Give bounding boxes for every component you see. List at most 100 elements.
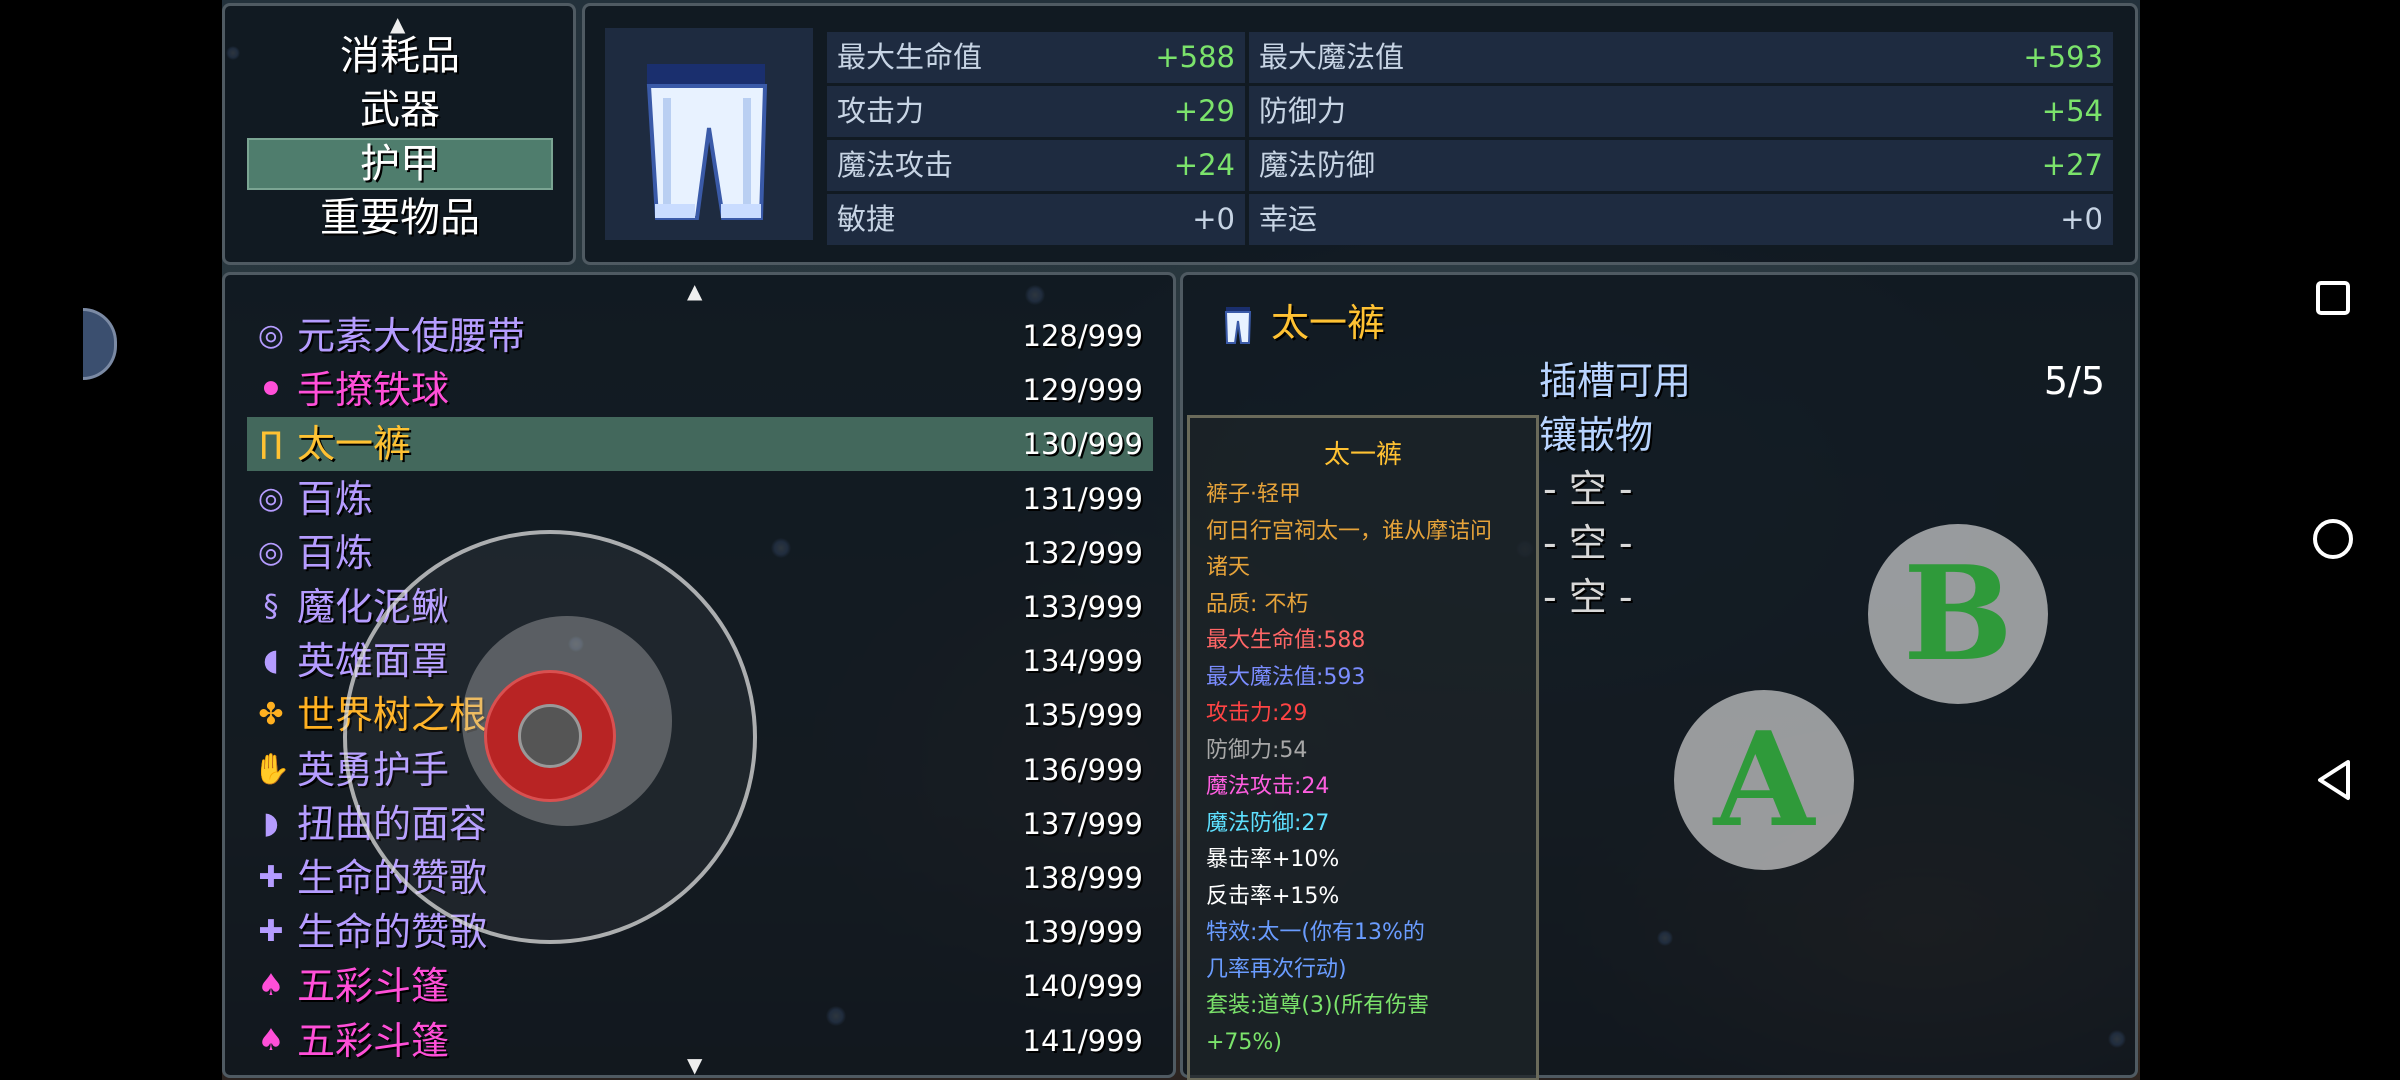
item-name: 五彩斗篷 [297,964,450,1009]
card-line: 魔法攻击:24 [1206,774,1330,799]
list-item[interactable]: ⚫ 手撩铁球 129/999 [247,363,1153,417]
item-count: 130/999 [1022,427,1143,462]
cloak-icon: ♠ [257,1022,285,1058]
item-count: 139/999 [1022,915,1143,950]
card-line: 套装:道尊(3)(所有伤害 [1206,993,1430,1018]
sockets-label: 插槽可用 [1539,359,1692,403]
card-line: 暴击率+10% [1206,847,1340,872]
pants-icon [646,64,768,220]
stat-magic-attack: 魔法攻击 +24 [827,140,1245,191]
ring-belt-icon: ◎ [257,480,285,516]
item-count: 140/999 [1022,969,1143,1004]
item-title: 太一裤 [1271,301,1386,345]
item-count: 135/999 [1022,698,1143,733]
stat-value: +24 [1173,148,1235,182]
card-line: 防御力:54 [1206,737,1308,763]
item-name: 手撩铁球 [297,368,450,413]
stat-label: 攻击力 [837,94,925,128]
belt-icon: ◎ [257,318,285,353]
item-count: 138/999 [1022,861,1143,895]
recents-icon[interactable] [2316,281,2350,315]
card-line: 最大生命值:588 [1206,628,1366,653]
item-name: 五彩斗篷 [297,1018,450,1063]
stat-label: 魔法防御 [1259,148,1376,182]
stat-value: +0 [2060,202,2103,236]
stat-max-mp: 最大魔法值 +593 [1249,32,2113,83]
stat-value: +29 [1173,94,1235,128]
gauntlet-icon: ✋ [253,751,291,787]
card-line: 几率再次行动) [1206,956,1347,982]
pants-icon [1224,307,1252,344]
item-count: 136/999 [1022,752,1143,787]
amulet-icon: ✚ [258,914,284,950]
stat-defense: 防御力 +54 [1249,86,2113,137]
list-item[interactable]: ✚ 生命的赞歌 139/999 [247,905,1153,959]
category-key-items[interactable]: 重要物品 [247,192,553,244]
empty-socket-slot[interactable]: - 空 - [1543,463,1633,515]
b-button[interactable]: B [1868,524,2048,704]
list-item[interactable]: ∏ 太一裤 130/999 [247,417,1153,472]
list-item[interactable]: ◎ 元素大使腰带 128/999 [247,309,1153,363]
card-line: 攻击力:29 [1206,701,1308,726]
stat-value: +588 [1155,40,1235,74]
card-line: 特效:太一(你有13%的 [1206,920,1425,945]
stat-value: +54 [2041,94,2103,128]
category-consumables[interactable]: 消耗品 [247,30,553,82]
item-count: 131/999 [1022,481,1143,516]
item-name: 元素大使腰带 [297,314,526,358]
sockets-count: 5/5 [2043,359,2105,403]
stats-panel: 最大生命值 +588 攻击力 +29 魔法攻击 +24 敏捷 +0 最大魔法值 … [582,3,2138,265]
stat-magic-defense: 魔法防御 +27 [1249,140,2113,191]
category-weapons[interactable]: 武器 [247,84,553,136]
empty-socket-slot[interactable]: - 空 - [1543,571,1633,623]
list-item[interactable]: ◎ 百炼 131/999 [247,472,1153,526]
amulet-icon: ✚ [258,860,284,895]
back-icon[interactable] [2314,758,2354,802]
card-line: 何日行宫祠太一，谁从摩诘问 [1206,518,1493,544]
ring-belt-icon: ◎ [257,534,285,570]
chain-ball-icon: ⚫ [258,372,284,408]
hood-icon: ◗ [263,805,279,841]
item-count: 134/999 [1022,644,1143,679]
list-item[interactable]: ◎ 百炼 132/999 [247,526,1153,580]
card-line: 诸天 [1206,555,1251,580]
item-name: 百炼 [297,476,374,521]
stat-agility: 敏捷 +0 [827,194,1245,245]
item-count: 141/999 [1022,1023,1143,1058]
a-button[interactable]: A [1674,690,1854,870]
stat-max-hp: 最大生命值 +588 [827,32,1245,83]
card-line: 反击率+15% [1206,883,1340,909]
stat-value: +0 [1192,202,1235,236]
item-count: 128/999 [1022,319,1143,353]
home-icon[interactable] [2313,519,2353,559]
list-item[interactable]: ♠ 五彩斗篷 140/999 [247,959,1153,1013]
stat-attack: 攻击力 +29 [827,86,1245,137]
stat-label: 魔法攻击 [837,148,954,182]
card-line: 魔法防御:27 [1206,810,1330,836]
stat-label: 防御力 [1259,94,1347,128]
stat-label: 敏捷 [837,202,896,236]
list-scroll-up-arrow[interactable]: ▲ [687,281,702,301]
list-scroll-down-arrow[interactable]: ▼ [687,1055,702,1075]
eel-icon: § [263,589,279,624]
category-panel: ▲ 消耗品 武器 护甲 重要物品 [222,3,576,265]
cloak-icon: ♠ [257,968,285,1004]
root-icon: ✤ [258,697,284,733]
card-line: 最大魔法值:593 [1206,664,1366,690]
item-description-card: 太一裤 裤子·轻甲何日行宫祠太一，谁从摩诘问 诸天品质: 不朽最大生命值:588 最… [1187,415,1539,1080]
card-line: +75%) [1206,1029,1282,1055]
card-line: 裤子·轻甲 [1206,482,1301,507]
stat-value: +27 [2041,148,2103,182]
item-count: 133/999 [1022,590,1143,624]
pants-icon: ∏ [259,426,283,462]
category-armor[interactable]: 护甲 [247,138,553,190]
stat-label: 最大生命值 [837,40,983,74]
item-count: 137/999 [1022,806,1143,841]
item-count: 132/999 [1022,535,1143,570]
inlay-label: 镶嵌物 [1539,413,1654,457]
item-count: 129/999 [1022,373,1143,408]
card-title: 太一裤 [1323,440,1402,470]
empty-socket-slot[interactable]: - 空 - [1543,517,1633,569]
card-line: 品质: 不朽 [1206,591,1309,617]
player-avatar-icon [518,704,582,768]
